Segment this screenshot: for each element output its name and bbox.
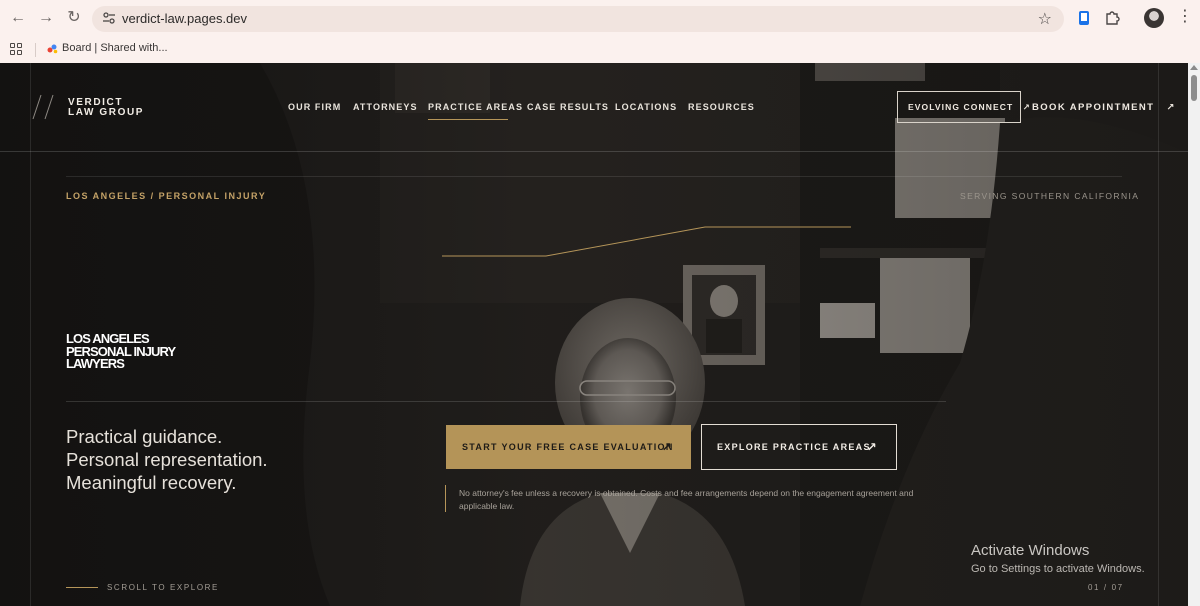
profile-avatar[interactable] xyxy=(1144,8,1164,28)
windows-activation-title: Activate Windows xyxy=(971,542,1090,559)
page-title: LOS ANGELES PERSONAL INJURY LAWYERS xyxy=(66,332,176,371)
title-line-3: LAWYERS xyxy=(66,356,125,371)
section-divider xyxy=(66,176,1122,177)
free-case-evaluation-label: START YOUR FREE CASE EVALUATION xyxy=(462,442,674,452)
disclaimer-accent xyxy=(445,485,446,512)
scroll-hint[interactable]: SCROLL TO EXPLORE xyxy=(107,583,219,592)
book-appointment-label: BOOK APPOINTMENT xyxy=(1032,102,1155,113)
tagline-line-1: Practical guidance. xyxy=(66,426,223,447)
apps-grid-icon[interactable] xyxy=(10,43,22,55)
tagline-line-3: Meaningful recovery. xyxy=(66,472,237,493)
nav-our-firm[interactable]: OUR FIRM xyxy=(288,102,341,112)
bookmarks-bar: Board | Shared with... xyxy=(0,36,1200,63)
tagline-line-2: Personal representation. xyxy=(66,449,268,470)
scroll-up-arrow-icon[interactable] xyxy=(1190,65,1198,70)
bookmark-star-icon[interactable]: ☆ xyxy=(1038,9,1052,29)
nav-attorneys[interactable]: ATTORNEYS xyxy=(353,102,418,112)
site-logo[interactable]: VERDICT LAW GROUP xyxy=(68,98,144,118)
board-favicon-icon xyxy=(47,44,58,54)
hero-background-photo xyxy=(0,63,1188,606)
arrow-up-right-icon: ↗ xyxy=(1166,102,1176,113)
browser-menu-icon[interactable]: ⋮ xyxy=(1177,8,1193,26)
puzzle-extensions-icon[interactable] xyxy=(1103,9,1121,27)
windows-activation-subtitle: Go to Settings to activate Windows. xyxy=(971,563,1145,575)
scrollbar-thumb[interactable] xyxy=(1191,75,1197,101)
grid-line xyxy=(1158,63,1159,606)
logo-slash-icon[interactable] xyxy=(32,93,56,121)
explore-practice-areas-button[interactable]: EXPLORE PRACTICE AREAS ↗ xyxy=(701,424,897,470)
header-divider xyxy=(0,151,1188,152)
nav-resources[interactable]: RESOURCES xyxy=(688,102,755,112)
evolving-connect-label: EVOLVING CONNECT xyxy=(908,102,1014,112)
free-case-evaluation-button[interactable]: START YOUR FREE CASE EVALUATION ↗ xyxy=(446,425,691,469)
service-area-label: SERVING SOUTHERN CALIFORNIA xyxy=(960,191,1140,201)
grid-line xyxy=(30,63,31,606)
url-text[interactable]: verdict-law.pages.dev xyxy=(122,11,247,26)
extension-icon[interactable] xyxy=(1075,9,1093,27)
slide-counter: 01 / 07 xyxy=(1088,583,1124,592)
arrow-up-right-icon: ↗ xyxy=(1022,102,1031,112)
logo-line-2: LAW GROUP xyxy=(68,107,145,118)
hero-tagline: Practical guidance. Personal representat… xyxy=(66,425,268,494)
bookmarks-divider xyxy=(35,43,36,57)
evolving-connect-button[interactable]: EVOLVING CONNECT ↗ xyxy=(897,91,1030,123)
breadcrumb: LOS ANGELES / PERSONAL INJURY xyxy=(66,191,267,201)
page-scrollbar[interactable] xyxy=(1188,63,1200,606)
bookmark-label: Board | Shared with... xyxy=(62,42,168,54)
browser-toolbar: ← → ↻ verdict-law.pages.dev ☆ ⋮ xyxy=(0,0,1200,36)
nav-locations[interactable]: LOCATIONS xyxy=(615,102,677,112)
content-divider xyxy=(66,401,946,402)
nav-case-results[interactable]: CASE RESULTS xyxy=(527,102,609,112)
forward-arrow-icon[interactable]: → xyxy=(36,8,56,28)
scroll-hint-line xyxy=(66,587,98,588)
nav-practice-areas[interactable]: PRACTICE AREAS xyxy=(428,102,523,112)
reload-icon[interactable]: ↻ xyxy=(64,8,84,28)
address-bar[interactable]: verdict-law.pages.dev ☆ xyxy=(92,6,1064,32)
explore-practice-areas-label: EXPLORE PRACTICE AREAS xyxy=(717,442,871,452)
fee-disclaimer: No attorney's fee unless a recovery is o… xyxy=(459,488,914,511)
hero-section: VERDICT LAW GROUP OUR FIRM ATTORNEYS PRA… xyxy=(0,63,1188,606)
nav-active-underline xyxy=(428,119,508,120)
browser-chrome: ← → ↻ verdict-law.pages.dev ☆ ⋮ Board | … xyxy=(0,0,1200,63)
arrow-up-right-icon: ↗ xyxy=(866,440,878,454)
arrow-up-right-icon: ↗ xyxy=(661,440,673,454)
site-settings-icon[interactable] xyxy=(102,11,116,25)
book-appointment-button[interactable]: BOOK APPOINTMENT ↗ xyxy=(1032,102,1176,113)
back-arrow-icon[interactable]: ← xyxy=(8,8,28,28)
